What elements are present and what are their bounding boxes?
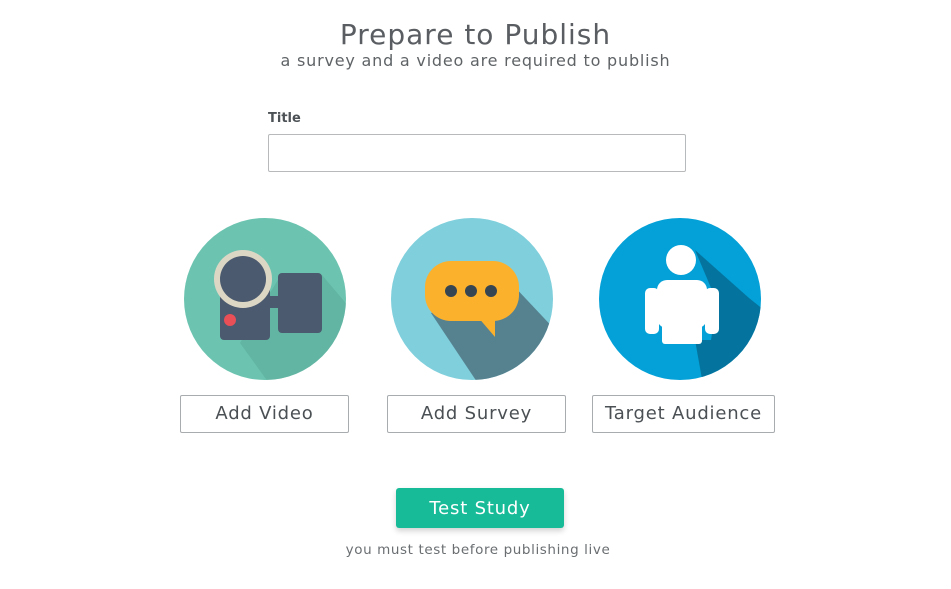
target-audience-button[interactable]: Target Audience bbox=[592, 395, 775, 433]
page-title: Prepare to Publish bbox=[339, 18, 612, 51]
test-study-button[interactable]: Test Study bbox=[396, 488, 564, 528]
title-input[interactable] bbox=[268, 134, 686, 172]
page-subtitle: a survey and a video are required to pub… bbox=[280, 51, 671, 70]
chat-bubble-icon[interactable] bbox=[391, 218, 553, 380]
title-label: Title bbox=[268, 111, 301, 126]
video-camera-icon[interactable] bbox=[184, 218, 346, 380]
person-icon[interactable] bbox=[599, 218, 761, 380]
add-survey-button[interactable]: Add Survey bbox=[387, 395, 566, 433]
add-video-button[interactable]: Add Video bbox=[180, 395, 349, 433]
test-note: you must test before publishing live bbox=[345, 542, 611, 558]
